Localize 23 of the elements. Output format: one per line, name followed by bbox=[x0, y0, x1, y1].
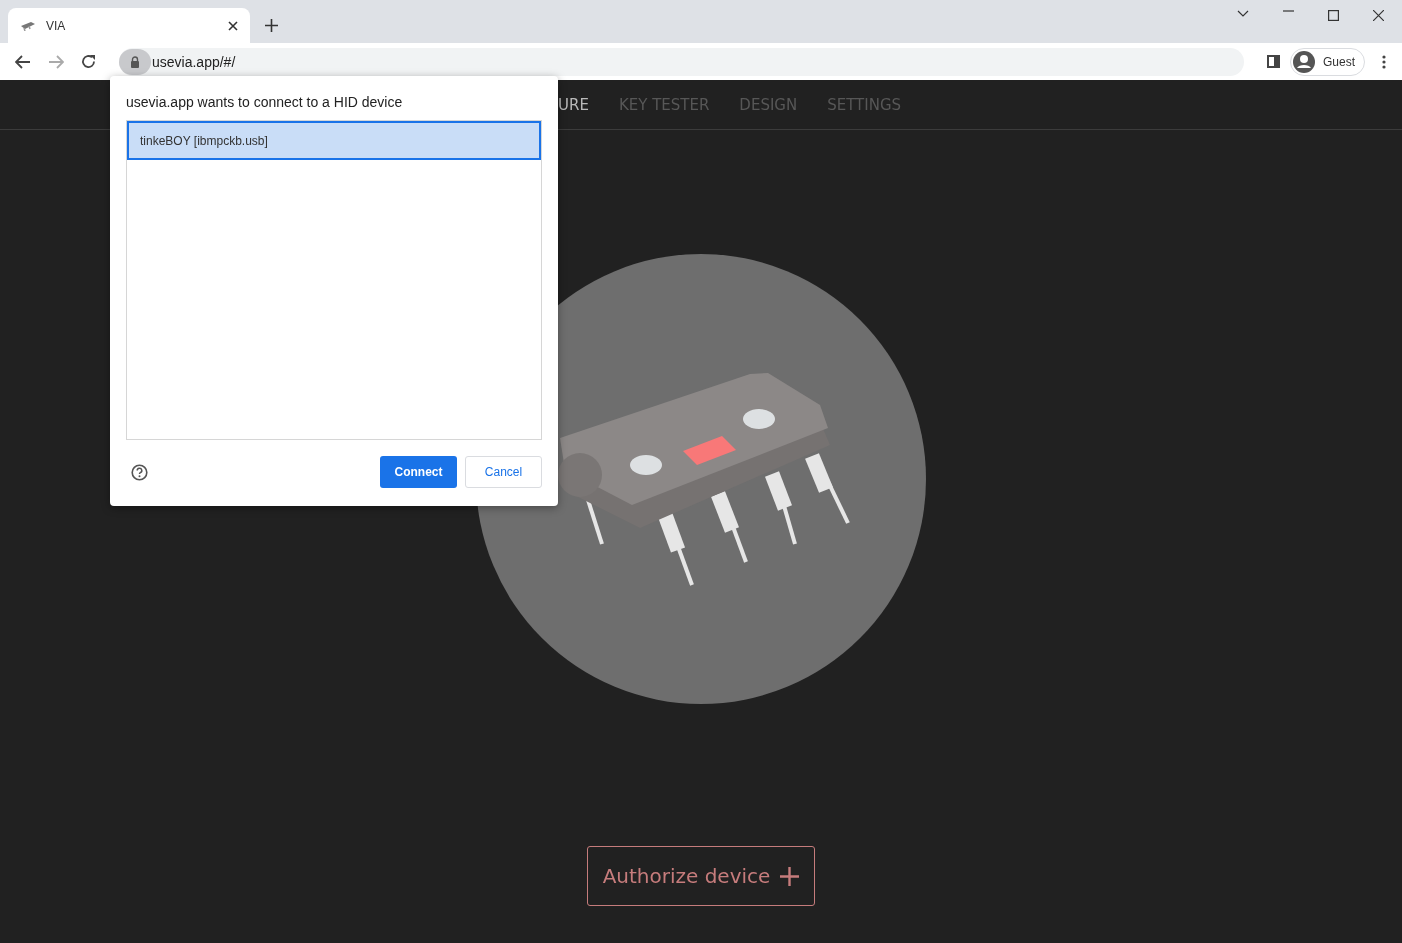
close-icon[interactable] bbox=[228, 20, 238, 31]
chevron-down-icon[interactable] bbox=[1237, 10, 1249, 18]
help-icon[interactable] bbox=[131, 463, 148, 481]
authorize-device-button[interactable]: Authorize device bbox=[587, 846, 815, 906]
cancel-button[interactable]: Cancel bbox=[465, 456, 542, 488]
new-tab-icon[interactable] bbox=[265, 19, 278, 32]
back-arrow-icon[interactable] bbox=[15, 54, 31, 69]
reload-icon[interactable] bbox=[81, 54, 96, 69]
more-menu-icon[interactable] bbox=[1382, 54, 1386, 69]
close-icon[interactable] bbox=[1373, 10, 1384, 21]
tab-title: VIA bbox=[46, 18, 67, 33]
device-item[interactable]: tinkeBOY [ibmpckb.usb] bbox=[127, 121, 541, 160]
nav-tab[interactable]: URE bbox=[558, 95, 589, 114]
plus-icon bbox=[780, 866, 800, 886]
browser-tab[interactable]: VIA bbox=[8, 8, 250, 43]
lock-icon[interactable] bbox=[119, 48, 151, 75]
side-panel-icon[interactable] bbox=[1267, 55, 1280, 68]
connect-button[interactable]: Connect bbox=[380, 456, 457, 488]
maximize-icon[interactable] bbox=[1328, 10, 1339, 21]
avatar-icon bbox=[1293, 50, 1315, 73]
chip-icon bbox=[20, 20, 36, 31]
address-bar[interactable]: usevia.app/#/ bbox=[119, 47, 1244, 76]
dialog-title: usevia.app wants to connect to a HID device bbox=[126, 94, 404, 110]
